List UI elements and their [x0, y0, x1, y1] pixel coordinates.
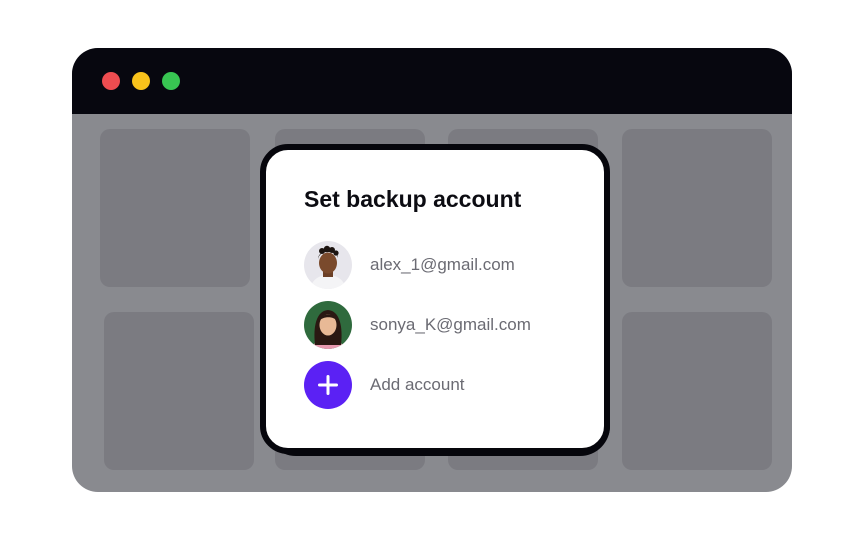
- add-account-label: Add account: [370, 375, 465, 394]
- account-option-alex[interactable]: alex_1@gmail.com: [304, 241, 515, 289]
- user-photo-icon: [304, 301, 352, 349]
- placeholder-tile: [622, 312, 772, 470]
- account-option-sonya[interactable]: sonya_K@gmail.com: [304, 301, 531, 349]
- account-email: alex_1@gmail.com: [370, 255, 515, 274]
- account-email: sonya_K@gmail.com: [370, 315, 531, 334]
- minimize-window-button[interactable]: [132, 72, 150, 90]
- plus-icon: [318, 375, 338, 395]
- user-photo-icon: [304, 241, 352, 289]
- maximize-window-button[interactable]: [162, 72, 180, 90]
- placeholder-tile: [104, 312, 254, 470]
- placeholder-tile: [622, 129, 772, 287]
- close-window-button[interactable]: [102, 72, 120, 90]
- backup-account-dialog: Set backup account alex_1@gmail.com sony…: [260, 144, 610, 454]
- dialog-title: Set backup account: [304, 186, 522, 212]
- add-account-circle: [304, 361, 352, 409]
- placeholder-tile: [100, 129, 250, 287]
- window-titlebar: [72, 48, 792, 114]
- add-account-button[interactable]: Add account: [304, 361, 465, 409]
